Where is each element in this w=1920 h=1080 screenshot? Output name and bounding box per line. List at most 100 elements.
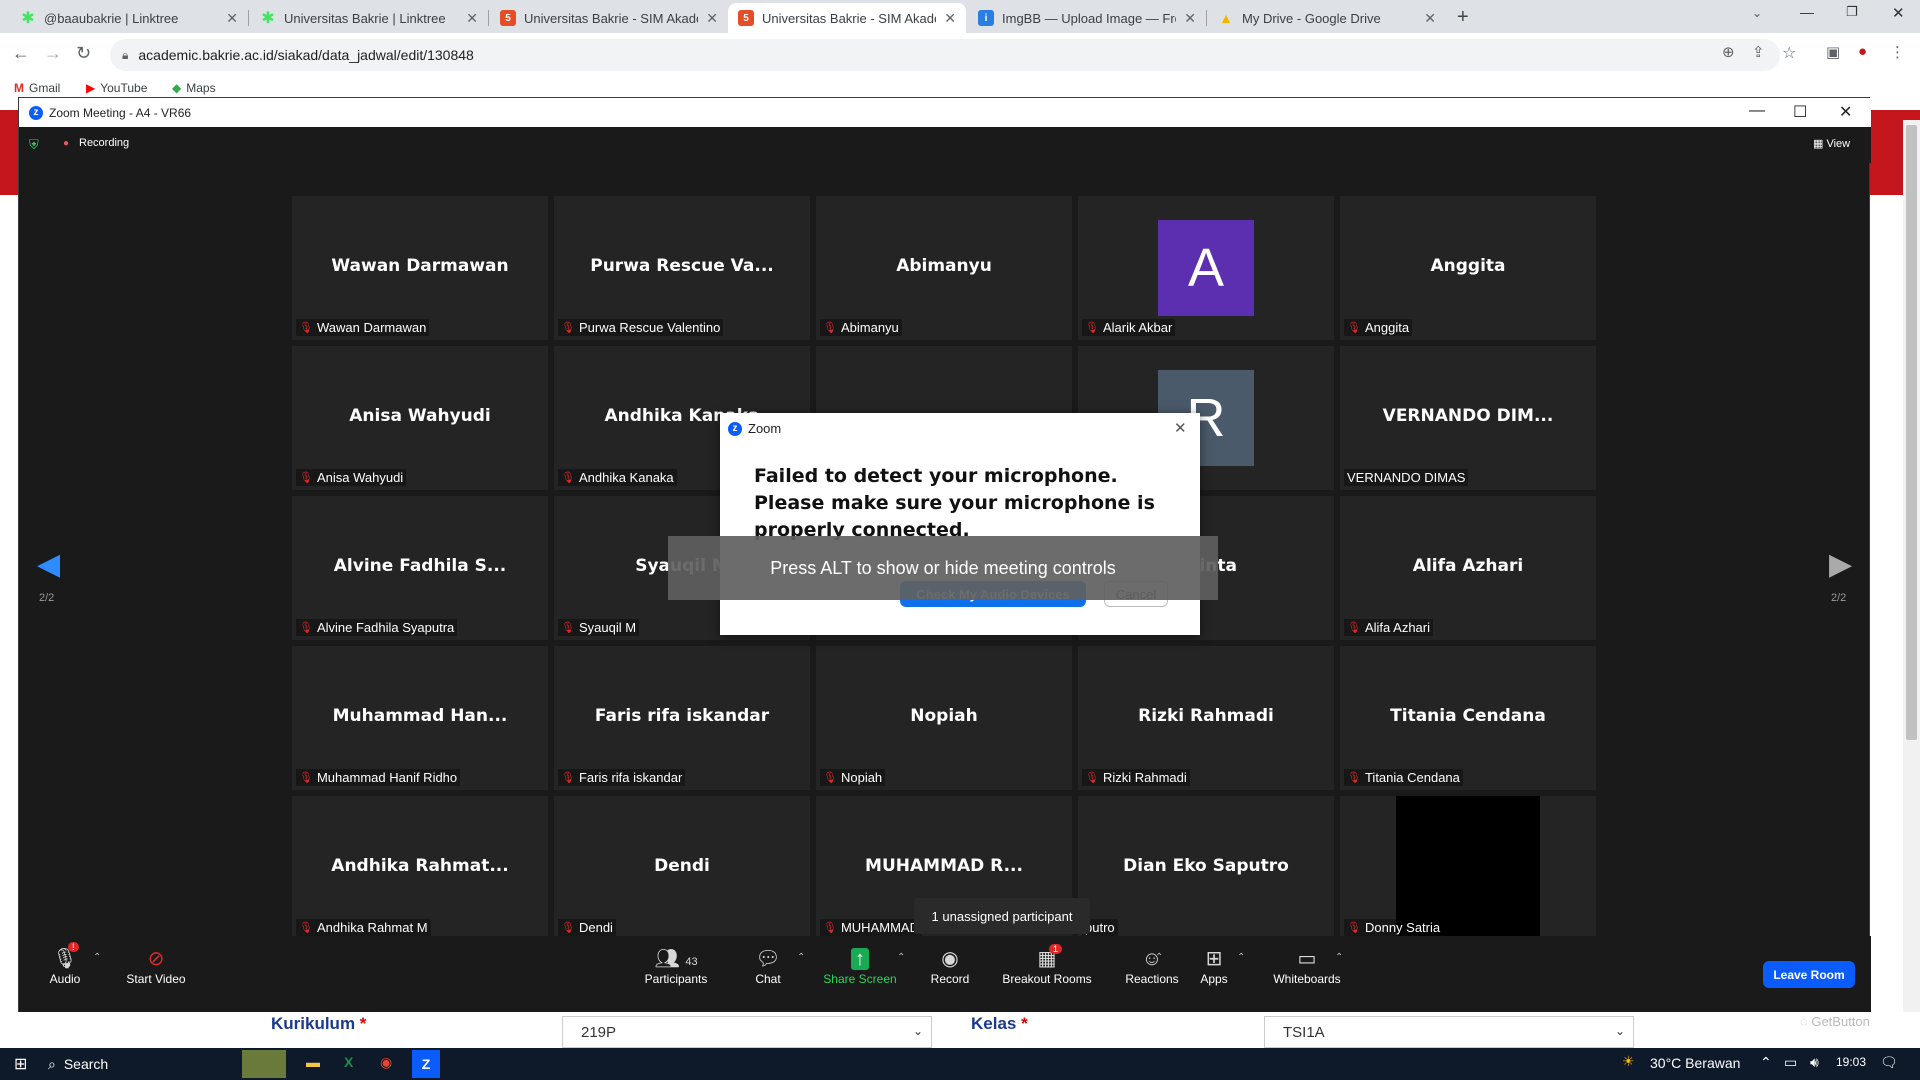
- reload-icon[interactable]: ↻: [76, 43, 91, 64]
- search-highlight-image[interactable]: [242, 1050, 286, 1078]
- share-screen-button[interactable]: ↑ Share Screen: [815, 946, 905, 986]
- participant-tile[interactable]: Andhika Rahmat... 🎙︎ Andhika Rahmat M: [292, 796, 548, 940]
- participant-tile[interactable]: Alifa Azhari 🎙︎ Alifa Azhari: [1340, 496, 1596, 640]
- windows-start-icon[interactable]: ⊞: [14, 1054, 27, 1074]
- participant-tile[interactable]: Alvine Fadhila S... 🎙︎ Alvine Fadhila Syap…: [292, 496, 548, 640]
- restore-icon[interactable]: ❐: [1846, 4, 1858, 20]
- kurikulum-select[interactable]: 219P ⌄: [562, 1016, 932, 1048]
- participant-tile[interactable]: Anisa Wahyudi 🎙︎ Anisa Wahyudi: [292, 346, 548, 490]
- url-text[interactable]: academic.bakrie.ac.id/siakad/data_jadwal…: [138, 47, 473, 63]
- browser-tab[interactable]: ✱ Universitas Bakrie | Linktree ✕: [250, 3, 488, 33]
- tab-title: Universitas Bakrie - SIM Akadem: [524, 10, 699, 26]
- participants-button[interactable]: 👥︎ 43 Participants: [631, 946, 721, 986]
- participant-display-name: Abimanyu: [896, 256, 992, 276]
- participant-display-name: Nopiah: [910, 706, 978, 726]
- side-panel-icon[interactable]: ▣: [1826, 43, 1840, 61]
- whiteboards-options-caret-icon[interactable]: ⌃: [1335, 952, 1343, 963]
- participant-tile[interactable]: Abimanyu 🎙︎ Abimanyu: [816, 196, 1072, 340]
- start-video-button[interactable]: ⊘ Start Video: [111, 946, 201, 986]
- breakout-rooms-button[interactable]: ▦ Breakout Rooms: [997, 946, 1097, 986]
- participant-tile[interactable]: Titania Cendana 🎙︎ Titania Cendana: [1340, 646, 1596, 790]
- close-tab-icon[interactable]: ✕: [226, 10, 238, 27]
- participant-tile[interactable]: VERNANDO DIM... VERNANDO DIMAS: [1340, 346, 1596, 490]
- participant-tile[interactable]: A 🎙︎ Alarik Akbar: [1078, 196, 1334, 340]
- browser-tab[interactable]: 5 Universitas Bakrie - SIM Akadem ✕: [490, 3, 728, 33]
- close-window-icon[interactable]: ✕: [1892, 4, 1905, 22]
- menu-icon[interactable]: ⋮: [1890, 43, 1905, 61]
- minimize-icon[interactable]: —: [1800, 4, 1814, 20]
- bookmarks-bar: M Gmail ▶ YouTube ◆ Maps: [0, 78, 1920, 98]
- participant-tile[interactable]: Rizki Rahmadi 🎙︎ Rizki Rahmadi: [1078, 646, 1334, 790]
- tray-chevron-icon[interactable]: ⌃: [1760, 1054, 1772, 1071]
- weather-icon[interactable]: ☀: [1622, 1053, 1635, 1070]
- getbutton-watermark[interactable]: ◌ GetButton: [1800, 1014, 1870, 1029]
- share-icon[interactable]: ⇪: [1752, 43, 1765, 61]
- close-tab-icon[interactable]: ✕: [944, 10, 956, 27]
- scrollbar-thumb[interactable]: [1906, 125, 1917, 740]
- audio-options-caret-icon[interactable]: ⌃: [93, 952, 101, 963]
- kelas-select[interactable]: TSI1A ⌄: [1264, 1016, 1634, 1048]
- weather-text[interactable]: 30°C Berawan: [1650, 1055, 1740, 1071]
- chat-options-caret-icon[interactable]: ⌃: [797, 952, 805, 963]
- leave-room-button[interactable]: Leave Room: [1763, 961, 1855, 988]
- minimize-icon[interactable]: —: [1749, 102, 1765, 120]
- participant-tile[interactable]: Nopiah 🎙︎ Nopiah: [816, 646, 1072, 790]
- kelas-label: Kelas *: [971, 1014, 1028, 1033]
- next-page-arrow-icon[interactable]: ▶: [1829, 547, 1852, 582]
- record-button[interactable]: ◉ Record: [905, 946, 995, 986]
- zoom-taskbar-icon[interactable]: Z: [412, 1050, 440, 1078]
- muted-microphone-icon: 🎙︎: [299, 622, 313, 634]
- forward-icon[interactable]: →: [44, 43, 62, 64]
- zoom-titlebar: z Zoom Meeting - A4 - VR66 — ☐ ✕: [19, 98, 1871, 127]
- participant-name-label: 🎙︎ Alarik Akbar: [1082, 319, 1176, 336]
- participant-tile[interactable]: 🎙︎ Donny Satria: [1340, 796, 1596, 940]
- excel-icon[interactable]: X: [344, 1054, 353, 1070]
- bookmark-star-icon[interactable]: ☆: [1782, 43, 1796, 63]
- clock[interactable]: 19:03: [1836, 1055, 1866, 1069]
- browser-tab-active[interactable]: 5 Universitas Bakrie - SIM Akadem ✕: [728, 3, 966, 33]
- network-icon[interactable]: ▭: [1784, 1054, 1797, 1071]
- tab-search-icon[interactable]: ⌄: [1752, 6, 1762, 20]
- back-icon[interactable]: ←: [12, 43, 30, 64]
- muted-microphone-icon: 🎙︎: [1347, 322, 1361, 334]
- prev-page-arrow-icon[interactable]: ◀: [37, 547, 60, 582]
- muted-microphone-icon: 🎙︎: [561, 772, 575, 784]
- participant-tile[interactable]: Dian Eko Saputro putro: [1078, 796, 1334, 940]
- apps-options-caret-icon[interactable]: ⌃: [1237, 952, 1245, 963]
- participant-tile[interactable]: Purwa Rescue Va... 🎙︎ Purwa Rescue Valenti…: [554, 196, 810, 340]
- file-explorer-icon[interactable]: ▬: [306, 1054, 320, 1070]
- apps-button[interactable]: ⊞ Apps: [1169, 946, 1259, 986]
- new-tab-icon[interactable]: +: [1457, 6, 1469, 29]
- browser-tab[interactable]: ▲ My Drive - Google Drive ✕: [1208, 3, 1446, 33]
- browser-tab[interactable]: i ImgBB — Upload Image — Free ✕: [968, 3, 1206, 33]
- recording-label[interactable]: Recording: [79, 137, 129, 149]
- participant-tile[interactable]: Anggita 🎙︎ Anggita: [1340, 196, 1596, 340]
- bookmark-gmail[interactable]: M Gmail: [14, 81, 60, 95]
- notifications-icon[interactable]: 🗨︎: [1880, 1054, 1898, 1071]
- close-tab-icon[interactable]: ✕: [466, 10, 478, 27]
- close-tab-icon[interactable]: ✕: [706, 10, 718, 27]
- bookmark-youtube[interactable]: ▶ YouTube: [86, 81, 147, 95]
- volume-icon[interactable]: 🔊︎: [1810, 1054, 1819, 1071]
- taskbar-search[interactable]: ⌕ Search: [40, 1048, 236, 1080]
- profile-icon[interactable]: ●: [1858, 43, 1867, 60]
- shield-icon[interactable]: ⛨: [29, 137, 39, 153]
- maximize-icon[interactable]: ☐: [1793, 102, 1807, 122]
- participant-tile[interactable]: Dendi 🎙︎ Dendi: [554, 796, 810, 940]
- participant-tile[interactable]: Muhammad Han... 🎙︎ Muhammad Hanif Ridho: [292, 646, 548, 790]
- participant-tile[interactable]: Wawan Darmawan 🎙︎ Wawan Darmawan: [292, 196, 548, 340]
- dialog-close-icon[interactable]: ✕: [1174, 419, 1187, 437]
- participant-display-name: Faris rifa iskandar: [594, 706, 770, 726]
- browser-tab[interactable]: ✱ @baaubakrie | Linktree ✕: [10, 3, 248, 33]
- zoom-magnifier-icon[interactable]: ⊕: [1722, 43, 1735, 61]
- close-tab-icon[interactable]: ✕: [1184, 10, 1196, 27]
- bookmark-maps[interactable]: ◆ Maps: [172, 81, 216, 95]
- participant-display-name: Andhika Rahmat...: [331, 856, 509, 876]
- chrome-icon[interactable]: ◉: [380, 1054, 392, 1071]
- reactions-options-caret-icon[interactable]: ⌃: [1155, 952, 1163, 963]
- close-window-icon[interactable]: ✕: [1839, 102, 1852, 122]
- view-button[interactable]: ▦ View: [1813, 137, 1850, 150]
- participant-tile[interactable]: Faris rifa iskandar 🎙︎ Faris rifa iskandar: [554, 646, 810, 790]
- address-bar[interactable]: 🔒︎ academic.bakrie.ac.id/siakad/data_jad…: [110, 39, 1780, 71]
- close-tab-icon[interactable]: ✕: [1424, 10, 1436, 27]
